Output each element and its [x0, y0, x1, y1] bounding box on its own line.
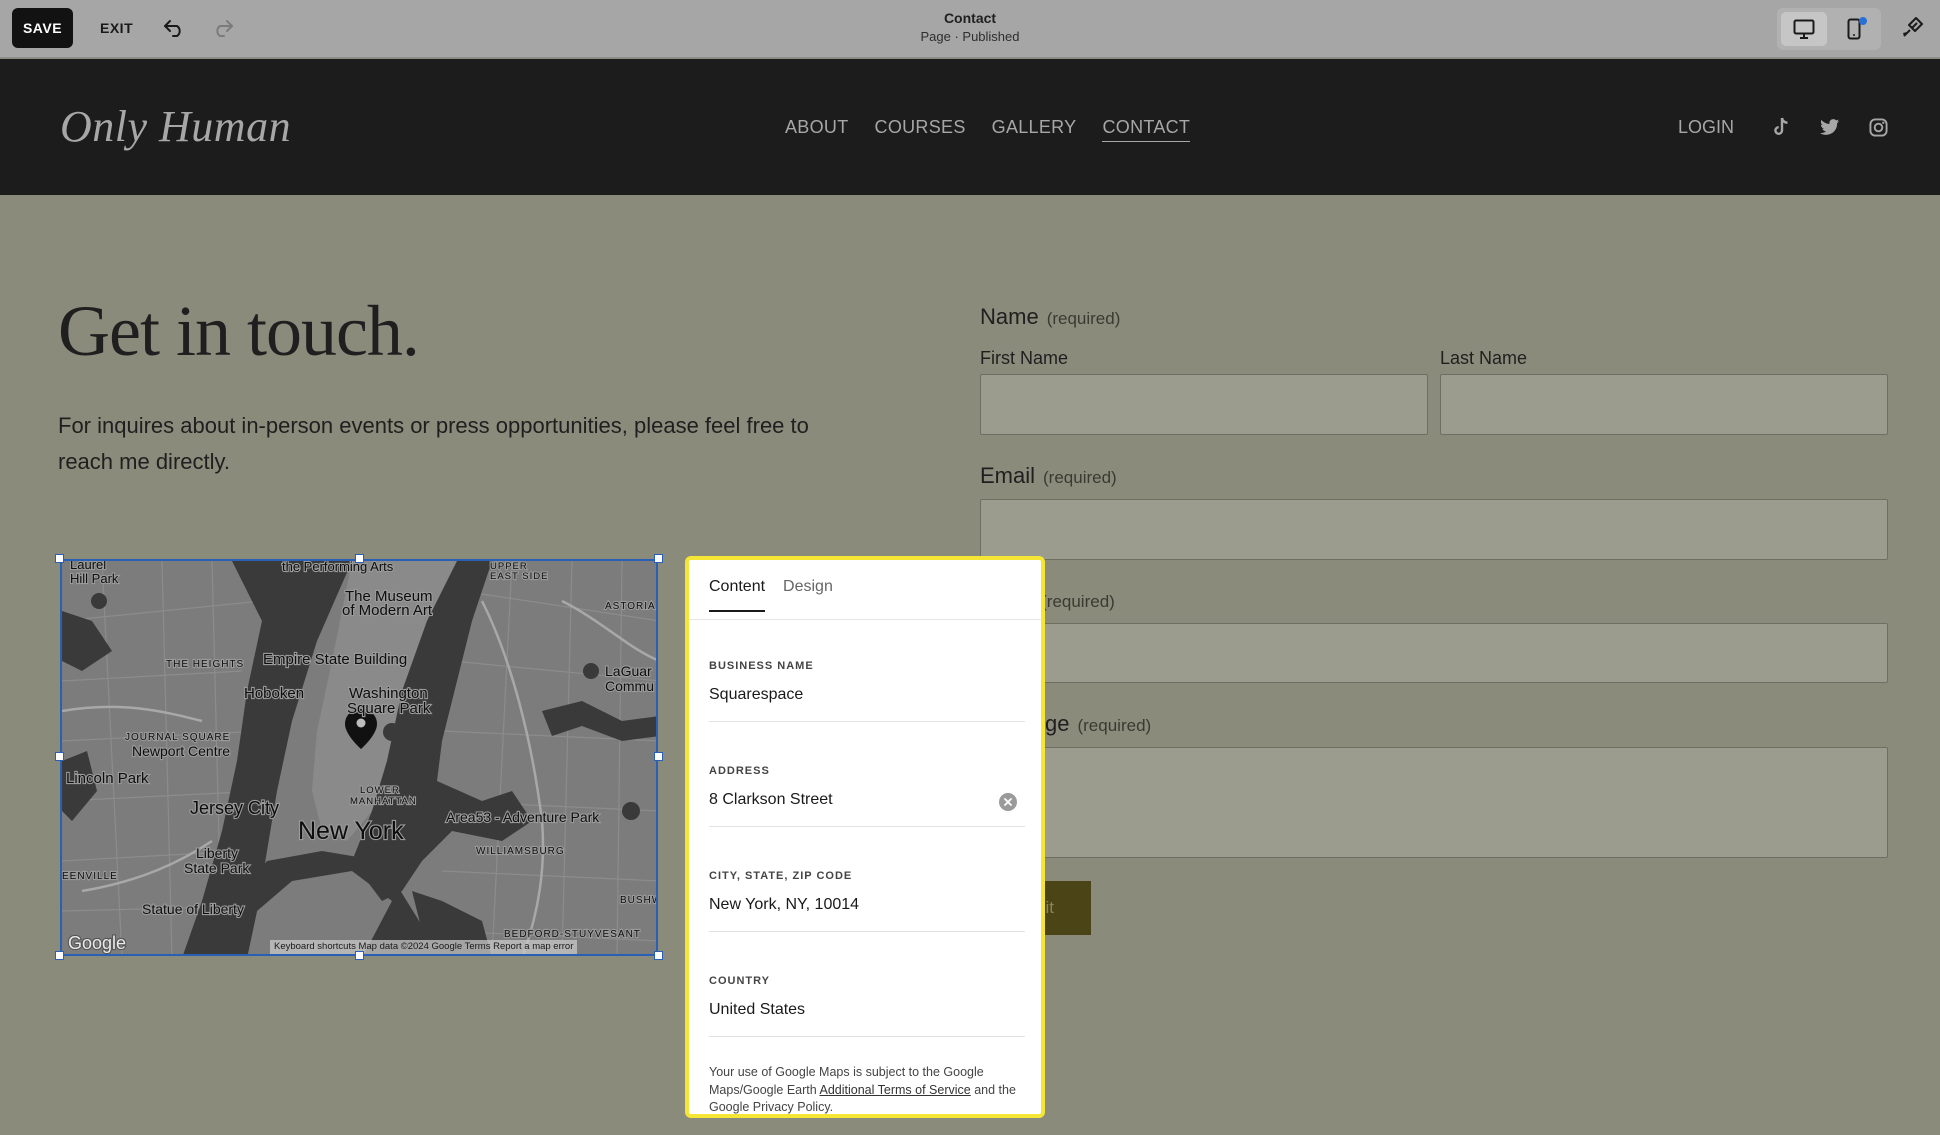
- business-name-field[interactable]: BUSINESS NAME Squarespace: [709, 660, 1025, 722]
- svg-text:Liberty: Liberty: [196, 845, 238, 861]
- terms-link[interactable]: Additional Terms of Service: [819, 1083, 970, 1097]
- svg-text:JOURNAL SQUARE: JOURNAL SQUARE: [125, 732, 230, 743]
- tab-design[interactable]: Design: [783, 578, 833, 612]
- resize-handle-br[interactable]: [654, 951, 663, 960]
- svg-text:BUSHW: BUSHW: [620, 895, 658, 906]
- resize-handle-b[interactable]: [355, 951, 364, 960]
- svg-text:Newport Centre: Newport Centre: [132, 743, 230, 759]
- country-field[interactable]: COUNTRY United States: [709, 975, 1025, 1037]
- resize-handle-l[interactable]: [55, 752, 64, 761]
- notification-dot: [1859, 17, 1867, 25]
- country-input[interactable]: United States: [709, 1001, 1025, 1023]
- svg-text:Area53 - Adventure Park: Area53 - Adventure Park: [446, 809, 600, 825]
- tab-content[interactable]: Content: [709, 578, 766, 612]
- svg-text:Statue of Liberty: Statue of Liberty: [142, 901, 244, 917]
- main-nav: ABOUT COURSES GALLERY CONTACT: [785, 117, 1191, 142]
- page-status: Page · Published: [920, 29, 1020, 44]
- tiktok-icon[interactable]: [1769, 114, 1795, 140]
- first-name-label: First Name: [980, 348, 1069, 368]
- login-link[interactable]: LOGIN: [1678, 117, 1734, 138]
- address-label: ADDRESS: [709, 765, 770, 777]
- map-canvas[interactable]: the Performing Arts UPPER EAST SIDE Laur…: [62, 561, 658, 956]
- editor-toolbar: SAVE EXIT Contact Page · Published: [0, 0, 1940, 58]
- svg-text:EAST SIDE: EAST SIDE: [490, 571, 548, 582]
- svg-text:THE HEIGHTS: THE HEIGHTS: [166, 659, 244, 670]
- mobile-view-button[interactable]: [1831, 12, 1877, 46]
- site-header: Only Human ABOUT COURSES GALLERY CONTACT…: [0, 59, 1940, 195]
- site-logo[interactable]: Only Human: [60, 101, 291, 152]
- legal-text: Your use of Google Maps is subject to th…: [709, 1065, 1016, 1114]
- svg-text:LaGuar: LaGuar: [605, 663, 652, 679]
- nav-link-gallery[interactable]: GALLERY: [992, 117, 1077, 142]
- svg-text:Jersey City: Jersey City: [190, 798, 279, 818]
- svg-text:WILLIAMSBURG: WILLIAMSBURG: [476, 846, 565, 857]
- save-button[interactable]: SAVE: [12, 8, 73, 48]
- nav-link-about[interactable]: ABOUT: [785, 117, 849, 142]
- redo-icon[interactable]: [206, 12, 240, 44]
- address-input[interactable]: 8 Clarkson Street: [709, 791, 1025, 813]
- svg-text:of Modern Art: of Modern Art: [342, 602, 433, 619]
- instagram-icon[interactable]: [1865, 114, 1891, 140]
- undo-icon[interactable]: [157, 12, 191, 44]
- nav-link-courses[interactable]: COURSES: [875, 117, 966, 142]
- svg-text:Commu: Commu: [605, 678, 654, 694]
- page-title: Contact: [943, 10, 997, 26]
- twitter-icon[interactable]: [1817, 114, 1843, 140]
- first-name-input[interactable]: [980, 374, 1428, 435]
- svg-text:MANHATTAN: MANHATTAN: [350, 796, 417, 807]
- last-name-label: Last Name: [1440, 348, 1528, 368]
- svg-text:EENVILLE: EENVILLE: [62, 871, 118, 882]
- page-headline: Get in touch.: [58, 291, 420, 371]
- svg-text:Square Park: Square Park: [347, 700, 431, 717]
- business-name-label: BUSINESS NAME: [709, 660, 814, 672]
- subject-input[interactable]: [980, 623, 1888, 683]
- clear-icon[interactable]: [999, 793, 1017, 811]
- map-settings-panel: Content Design BUSINESS NAME Squarespace…: [685, 556, 1045, 1118]
- site-styles-icon[interactable]: [1896, 11, 1930, 43]
- city-input[interactable]: New York, NY, 10014: [709, 896, 1025, 918]
- panel-tabs: Content Design: [709, 578, 833, 612]
- desktop-icon: [1793, 19, 1815, 39]
- address-field[interactable]: ADDRESS 8 Clarkson Street: [709, 765, 1025, 827]
- desktop-view-button[interactable]: [1781, 12, 1827, 46]
- resize-handle-t[interactable]: [355, 554, 364, 563]
- resize-handle-r[interactable]: [654, 752, 663, 761]
- svg-text:Hill Park: Hill Park: [70, 571, 119, 586]
- city-label: CITY, STATE, ZIP CODE: [709, 870, 853, 882]
- svg-text:the Performing Arts: the Performing Arts: [282, 561, 394, 574]
- svg-text:Hoboken: Hoboken: [244, 685, 304, 702]
- svg-text:Lincoln Park: Lincoln Park: [66, 770, 149, 787]
- message-label: ge (required): [1045, 711, 1152, 736]
- last-name-input[interactable]: [1440, 374, 1888, 435]
- svg-text:State Park: State Park: [184, 860, 250, 876]
- svg-text:Empire State Building: Empire State Building: [263, 651, 407, 668]
- email-label: Email (required): [980, 463, 1117, 488]
- tabs-divider: [689, 619, 1041, 620]
- resize-handle-tr[interactable]: [654, 554, 663, 563]
- map-attribution[interactable]: Keyboard shortcuts Map data ©2024 Google…: [270, 940, 578, 954]
- name-label: Name (required): [980, 304, 1121, 329]
- message-textarea[interactable]: [980, 747, 1888, 858]
- svg-text:LOWER: LOWER: [360, 785, 400, 796]
- business-name-input[interactable]: Squarespace: [709, 686, 1025, 708]
- svg-text:BEDFORD-STUYVESANT: BEDFORD-STUYVESANT: [504, 929, 641, 940]
- map-block[interactable]: the Performing Arts UPPER EAST SIDE Laur…: [60, 559, 658, 956]
- page-info[interactable]: Contact Page · Published: [870, 10, 1070, 44]
- city-field[interactable]: CITY, STATE, ZIP CODE New York, NY, 1001…: [709, 870, 1025, 932]
- resize-handle-tl[interactable]: [55, 554, 64, 563]
- svg-text:New York: New York: [298, 817, 404, 845]
- svg-text:ASTORIA: ASTORIA: [605, 601, 656, 612]
- nav-link-contact[interactable]: CONTACT: [1102, 117, 1191, 142]
- svg-text:Google: Google: [68, 933, 126, 953]
- email-input[interactable]: [980, 499, 1888, 560]
- exit-button[interactable]: EXIT: [94, 12, 139, 44]
- device-toggle: [1777, 8, 1881, 50]
- intro-text: For inquires about in-person events or p…: [58, 413, 809, 474]
- resize-handle-bl[interactable]: [55, 951, 64, 960]
- country-label: COUNTRY: [709, 975, 770, 987]
